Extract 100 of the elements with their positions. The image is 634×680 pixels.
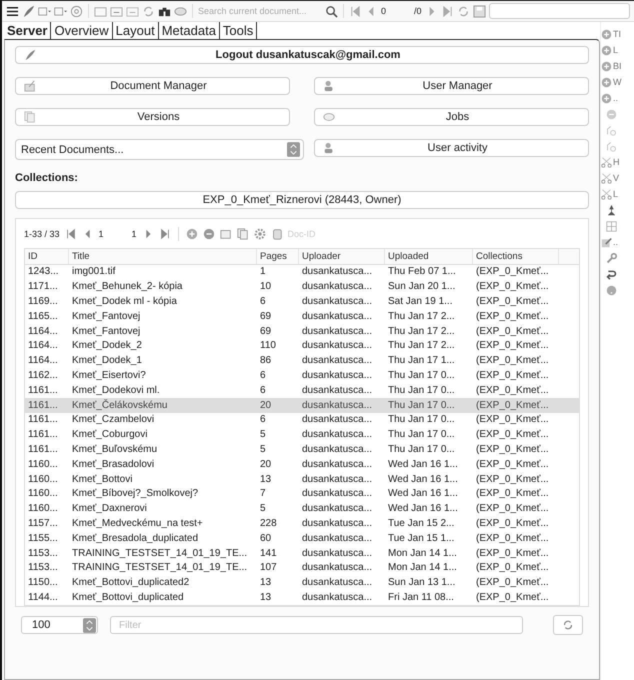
table-row[interactable]: 1161... Kmeť_Coburgovi 5 dusankatusca... Thu Jan 17 0... (EXP_0_Kmeť...	[25, 428, 579, 443]
table-cell-text: 1160...	[27, 472, 59, 487]
table-cell-text: Tue Jan 15 1...	[387, 532, 456, 546]
versions-button[interactable]: Versions	[15, 108, 290, 126]
tool-label[interactable]: W	[613, 77, 622, 87]
table-row[interactable]: 1161... Kmeť_Buľovskému 5 dusankatusca... Thu Jan 17 0... (EXP_0_Kmeť...	[25, 442, 579, 458]
window-icon[interactable]	[54, 4, 67, 18]
table-cell-text: Thu Jan 17 0...	[387, 398, 456, 413]
table-cell-text: Kmeť_Fantovej	[71, 310, 142, 324]
table-row[interactable]: 1150... Kmeť_Bottovi_duplicated2 13 dusankatusca... Sun Jan 13 1... (EXP_0_Kmeť...	[25, 576, 579, 591]
table-cell-text: Thu Jan 17 0...	[387, 384, 456, 398]
reload-icon[interactable]	[456, 4, 470, 18]
user-activity-button[interactable]: User activity	[314, 139, 589, 157]
undo-icon[interactable]	[606, 268, 617, 280]
menu-icon[interactable]	[6, 4, 19, 18]
column-header[interactable]: Uploader	[299, 249, 385, 264]
tree-icon[interactable]	[606, 124, 617, 136]
table-row[interactable]: 1164... Kmeť_Dodek_2 110 dusankatusca... Thu Jan 17 2... (EXP_0_Kmeť...	[25, 338, 579, 354]
logout-button[interactable]: Logout dusankatuscak@gmail.com	[15, 46, 589, 64]
tool-label[interactable]: TI	[613, 29, 621, 39]
add-icon[interactable]	[601, 92, 612, 104]
first-page-icon[interactable]	[64, 228, 77, 240]
save-icon[interactable]	[472, 4, 486, 18]
export-icon[interactable]	[126, 4, 139, 18]
table-row[interactable]: 1162... Kmeť_Eisertovi? 6 dusankatusca... Thu Jan 17 0... (EXP_0_Kmeť...	[25, 368, 579, 384]
table-cell-text: 20	[259, 398, 272, 413]
search-field[interactable]: Search current document...	[198, 6, 322, 16]
page-number[interactable]: 0	[381, 6, 411, 16]
tool-label[interactable]: L	[613, 45, 618, 55]
user-manager-button[interactable]: User Manager	[314, 77, 589, 95]
column-header[interactable]: ID	[25, 249, 69, 264]
add-icon[interactable]	[601, 28, 612, 40]
tool-label[interactable]: ..	[613, 93, 618, 103]
last-page-icon[interactable]	[158, 228, 171, 240]
panel-icon[interactable]	[38, 4, 51, 18]
column-header[interactable]: Title	[69, 249, 257, 264]
scissors-icon[interactable]	[601, 172, 612, 184]
tool-label[interactable]: H	[613, 157, 620, 167]
table-row[interactable]: 1160... Kmeť_Daxnerovi 5 dusankatusca... Wed Jan 16 1... (EXP_0_Kmeť...	[25, 502, 579, 517]
table-row[interactable]: 1161... Kmeť_Dodekovi ml. 6 dusankatusca... Thu Jan 17 0... (EXP_0_Kmeť...	[25, 383, 579, 398]
table-row[interactable]: 1165... Kmeť_Fantovej 69 dusankatusca... Thu Jan 17 2... (EXP_0_Kmeť...	[25, 309, 579, 324]
search-icon[interactable]	[325, 4, 338, 18]
table-row[interactable]: 1161... Kmeť_Czambelovi 6 dusankatusca... Thu Jan 17 0... (EXP_0_Kmeť...	[25, 412, 579, 428]
table-row[interactable]: 1171... Kmeť_Behunek_2- kópia 10 dusankatusca... Sun Jan 20 1... (EXP_0_Kmeť...	[25, 280, 579, 295]
tool-label[interactable]: ..	[613, 237, 618, 247]
copy-icon[interactable]	[236, 228, 249, 240]
table-cell-text: 1161...	[27, 442, 59, 457]
scissors-icon[interactable]	[601, 156, 612, 168]
tool-label[interactable]: BI	[613, 61, 622, 71]
table-row[interactable]: 1155... Kmeť_Bresadola_duplicated 60 dusankatusca... Tue Jan 15 1... (EXP_0_Kmeť...	[25, 531, 579, 546]
collection-button[interactable]: EXP_0_Kmeť_Riznerovi (28443, Owner)	[15, 191, 589, 209]
jobs-button[interactable]: Jobs	[314, 108, 589, 126]
wrench-icon[interactable]	[606, 252, 617, 264]
table-row[interactable]: 1160... Kmeť_Bottovi 13 dusankatusca... Wed Jan 16 1... (EXP_0_Kmeť...	[25, 472, 579, 487]
add-icon[interactable]	[601, 44, 612, 56]
table-row[interactable]: 1144... Kmeť_Bottovi_duplicated 13 dusankatusca... Fri Jan 11 08... (EXP_0_Kmeť...	[25, 590, 579, 606]
remove-icon[interactable]	[202, 228, 215, 240]
table-row[interactable]: 1153... TRAINING_TESTSET_14_01_19_TE... 141 dusankatusca... Mon Jan 14 1... (EXP_0_Kmeť...	[25, 546, 579, 561]
grid-icon[interactable]	[606, 220, 617, 232]
table-row[interactable]: 1169... Kmeť_Dodek ml - kópia 6 dusankatusca... Sat Jan 19 1... (EXP_0_Kmeť...	[25, 294, 579, 310]
feather-icon[interactable]	[22, 4, 35, 18]
table-row[interactable]: 1161... Kmeť_Čelákovskému 20 dusankatusca... Thu Jan 17 0... (EXP_0_Kmeť...	[25, 398, 579, 413]
gear-icon[interactable]	[254, 228, 266, 240]
folder-icon[interactable]	[94, 4, 107, 18]
remove-icon[interactable]	[606, 108, 617, 120]
column-header[interactable]: Uploaded	[385, 249, 473, 264]
refresh-button[interactable]	[553, 615, 583, 636]
table-cell-text: 13	[259, 576, 272, 590]
table-row[interactable]: 1243... img001.tif 1 dusankatusca... Thu Feb 07 1... (EXP_0_Kmeť...	[25, 265, 579, 280]
pencil-icon[interactable]	[601, 236, 612, 248]
tool-label[interactable]: V	[613, 173, 620, 183]
first-page-icon[interactable]	[349, 4, 362, 18]
table-row[interactable]: 1164... Kmeť_Fantovej 69 dusankatusca... Thu Jan 17 2... (EXP_0_Kmeť...	[25, 324, 579, 339]
import-icon[interactable]	[110, 4, 123, 18]
folder-icon[interactable]	[220, 228, 232, 240]
table-cell-text: Kmeť_Bottovi_duplicated2	[71, 576, 190, 590]
document-manager-button[interactable]: Document Manager	[15, 77, 290, 95]
tab[interactable]: Server	[4, 22, 52, 40]
page-size-dropdown[interactable]: 100	[21, 616, 98, 634]
tool-label[interactable]: L	[613, 189, 618, 199]
table-row[interactable]: 1160... Kmeť_Brasadolovi 20 dusankatusca... Wed Jan 16 1... (EXP_0_Kmeť...	[25, 457, 579, 472]
page-field[interactable]: 1	[98, 229, 127, 239]
add-icon[interactable]	[186, 228, 198, 240]
add-icon[interactable]	[601, 60, 612, 72]
refresh-icon	[562, 619, 574, 632]
text-field[interactable]	[488, 3, 630, 19]
table-cell-text: dusankatusca...	[301, 546, 374, 561]
table-row[interactable]: 1164... Kmeť_Dodek_1 86 dusankatusca... Thu Jan 17 1... (EXP_0_Kmeť...	[25, 354, 579, 369]
column-header[interactable]: Pages	[257, 249, 299, 264]
scissors-icon[interactable]	[601, 188, 612, 200]
table-row[interactable]: 1153... TRAINING_TESTSET_14_01_19_TE... 107 dusankatusca... Mon Jan 14 1... (EXP_0_Kmeť...	[25, 560, 579, 576]
table-row[interactable]: 1157... Kmeť_Medveckému_na test+ 228 dusankatusca... Tue Jan 15 2... (EXP_0_Kmeť...	[25, 516, 579, 532]
table-row[interactable]: 1160... Kmeť_Bíbovej?_Smolkovej? 7 dusankatusca... Wed Jan 16 1... (EXP_0_Kmeť...	[25, 486, 579, 502]
table-cell-text: dusankatusca...	[301, 354, 374, 368]
tree-icon[interactable]	[606, 140, 617, 152]
add-icon[interactable]	[601, 76, 612, 88]
filter-field[interactable]: Filter	[110, 616, 523, 634]
recent-documents-dropdown[interactable]: Recent Documents...	[15, 139, 304, 160]
last-page-icon[interactable]	[440, 4, 454, 18]
column-header[interactable]: Collections	[473, 249, 559, 264]
